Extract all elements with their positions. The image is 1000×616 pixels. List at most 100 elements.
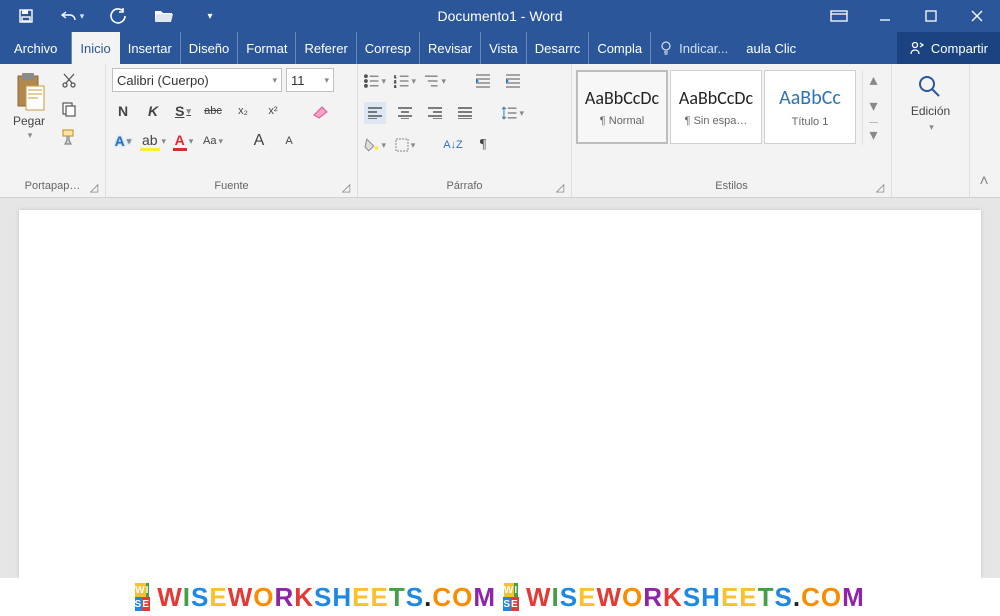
wise-logo-icon: WI SE bbox=[504, 583, 518, 611]
show-marks-button[interactable]: ¶ bbox=[472, 134, 494, 156]
tab-insertar[interactable]: Insertar bbox=[120, 32, 181, 64]
align-center-button[interactable] bbox=[394, 102, 416, 124]
italic-button[interactable]: K bbox=[142, 100, 164, 122]
undo-icon[interactable]: ▾ bbox=[58, 2, 86, 30]
underline-button[interactable]: S▾ bbox=[172, 100, 194, 122]
style-normal[interactable]: AaBbCcDc ¶ Normal bbox=[576, 70, 668, 144]
style-preview: AaBbCc bbox=[779, 86, 841, 110]
strikethrough-button[interactable]: abc bbox=[202, 100, 224, 122]
group-paragraph-label: Párrafo ◿ bbox=[358, 175, 571, 197]
wise-logo-icon: WI SE bbox=[135, 583, 149, 611]
chevron-down-icon: ▾ bbox=[28, 130, 33, 141]
open-folder-icon[interactable] bbox=[150, 2, 178, 30]
tab-formato[interactable]: Format bbox=[238, 32, 296, 64]
shrink-font-button[interactable]: A bbox=[278, 130, 300, 152]
redo-icon[interactable] bbox=[104, 2, 132, 30]
align-right-button[interactable] bbox=[424, 102, 446, 124]
tell-me-search[interactable]: Indicar... bbox=[651, 32, 736, 64]
tab-diseno[interactable]: Diseño bbox=[181, 32, 238, 64]
maximize-icon[interactable] bbox=[908, 0, 954, 32]
chevron-up-icon: ▴ bbox=[869, 70, 877, 90]
font-size-combo[interactable]: 11▾ bbox=[286, 68, 334, 92]
font-name-combo[interactable]: Calibri (Cuerpo)▾ bbox=[112, 68, 282, 92]
tab-revisar[interactable]: Revisar bbox=[420, 32, 481, 64]
window-controls bbox=[816, 0, 1000, 32]
change-case-button[interactable]: Aa▾ bbox=[202, 130, 224, 152]
account-link[interactable]: aula Clic bbox=[736, 32, 806, 64]
tab-correspondencia[interactable]: Corresp bbox=[357, 32, 420, 64]
superscript-button[interactable]: x² bbox=[262, 100, 284, 122]
shading-button[interactable]: ▾ bbox=[364, 134, 386, 156]
paste-button[interactable]: Pegar ▾ bbox=[6, 68, 52, 145]
more-icon: ▾ bbox=[869, 122, 877, 145]
group-font: Calibri (Cuerpo)▾ 11▾ N K S▾ abc x₂ x² bbox=[106, 64, 358, 197]
multilevel-list-button[interactable]: ▾ bbox=[424, 70, 446, 92]
collapse-ribbon-button[interactable]: ˄ bbox=[970, 64, 998, 197]
group-editing: Edición ▾ bbox=[892, 64, 970, 197]
qat-customize-icon[interactable]: ▾ bbox=[196, 2, 224, 30]
styles-gallery-more[interactable]: ▴ ▾ ▾ bbox=[862, 70, 884, 145]
dialog-launcher-icon[interactable]: ◿ bbox=[553, 180, 567, 194]
watermark-text: WISEWORKSHEETS.COM bbox=[526, 582, 865, 613]
clipboard-paste-icon bbox=[12, 72, 46, 112]
font-color-button[interactable]: A▾ bbox=[172, 130, 194, 152]
document-page[interactable] bbox=[19, 210, 981, 578]
style-preview: AaBbCcDc bbox=[679, 87, 753, 109]
search-icon bbox=[917, 74, 943, 100]
dialog-launcher-icon[interactable]: ◿ bbox=[87, 180, 101, 194]
style-heading1[interactable]: AaBbCc Título 1 bbox=[764, 70, 856, 144]
dialog-launcher-icon[interactable]: ◿ bbox=[339, 180, 353, 194]
svg-text:1: 1 bbox=[394, 75, 396, 79]
ribbon-tabs: Archivo Inicio Insertar Diseño Format Re… bbox=[0, 32, 1000, 64]
copy-icon[interactable] bbox=[58, 98, 80, 120]
numbering-button[interactable]: 123▾ bbox=[394, 70, 416, 92]
align-left-button[interactable] bbox=[364, 102, 386, 124]
group-styles: AaBbCcDc ¶ Normal AaBbCcDc ¶ Sin espa… A… bbox=[572, 64, 892, 197]
group-paragraph: ▾ 123▾ ▾ ▾ ▾ ▾ bbox=[358, 64, 572, 197]
find-button[interactable]: Edición ▾ bbox=[901, 68, 960, 139]
tab-desarrollador[interactable]: Desarrc bbox=[527, 32, 590, 64]
style-name: Título 1 bbox=[792, 116, 829, 128]
group-styles-label: Estilos ◿ bbox=[572, 175, 891, 197]
text-effects-button[interactable]: A▾ bbox=[112, 130, 134, 152]
grow-font-button[interactable]: A bbox=[248, 130, 270, 152]
tab-inicio[interactable]: Inicio bbox=[72, 32, 119, 64]
paste-label: Pegar bbox=[13, 114, 45, 128]
watermark-text: WISEWORKSHEETS.COM bbox=[157, 582, 496, 613]
tab-file[interactable]: Archivo bbox=[0, 32, 72, 64]
bold-button[interactable]: N bbox=[112, 100, 134, 122]
bullets-button[interactable]: ▾ bbox=[364, 70, 386, 92]
cut-icon[interactable] bbox=[58, 70, 80, 92]
share-button[interactable]: Compartir bbox=[897, 32, 1000, 64]
line-spacing-button[interactable]: ▾ bbox=[502, 102, 524, 124]
minimize-icon[interactable] bbox=[862, 0, 908, 32]
group-clipboard-label: Portapap… ◿ bbox=[0, 175, 105, 197]
ribbon-options-icon[interactable] bbox=[816, 0, 862, 32]
chevron-down-icon: ▾ bbox=[869, 96, 877, 116]
style-name: ¶ Normal bbox=[600, 115, 644, 127]
highlight-color-button[interactable]: ab▾ bbox=[142, 130, 164, 152]
tab-referencias[interactable]: Referer bbox=[296, 32, 356, 64]
share-label: Compartir bbox=[931, 41, 988, 56]
tell-me-placeholder: Indicar... bbox=[679, 41, 728, 56]
svg-text:3: 3 bbox=[394, 85, 396, 88]
increase-indent-button[interactable] bbox=[502, 70, 524, 92]
style-no-spacing[interactable]: AaBbCcDc ¶ Sin espa… bbox=[670, 70, 762, 144]
decrease-indent-button[interactable] bbox=[472, 70, 494, 92]
tab-vista[interactable]: Vista bbox=[481, 32, 527, 64]
tab-complementos[interactable]: Compla bbox=[589, 32, 651, 64]
save-icon[interactable] bbox=[12, 2, 40, 30]
close-icon[interactable] bbox=[954, 0, 1000, 32]
dialog-launcher-icon[interactable]: ◿ bbox=[873, 180, 887, 194]
borders-button[interactable]: ▾ bbox=[394, 134, 416, 156]
svg-text:2: 2 bbox=[394, 80, 396, 84]
chevron-up-icon: ˄ bbox=[979, 173, 988, 191]
sort-button[interactable]: A↓Z bbox=[442, 134, 464, 156]
document-area bbox=[0, 198, 1000, 578]
justify-button[interactable] bbox=[454, 102, 476, 124]
format-painter-icon[interactable] bbox=[58, 126, 80, 148]
style-preview: AaBbCcDc bbox=[585, 87, 659, 109]
subscript-button[interactable]: x₂ bbox=[232, 100, 254, 122]
clear-formatting-icon[interactable] bbox=[310, 100, 332, 122]
style-name: ¶ Sin espa… bbox=[685, 115, 748, 127]
